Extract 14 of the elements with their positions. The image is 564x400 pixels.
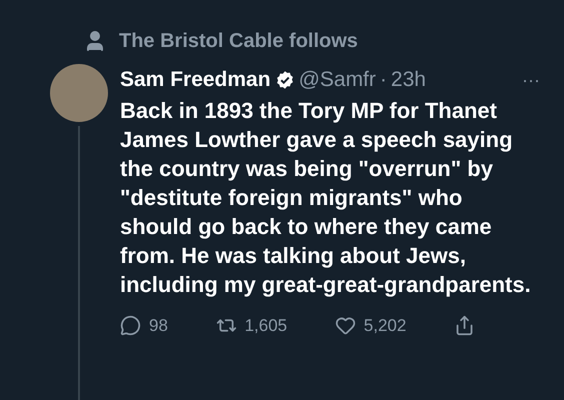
separator: ·: [380, 67, 387, 93]
tweet-text: Back in 1893 the Tory MP for Thanet James Lowther gave a speech saying the country was being "overrun" by "destitute foreign migrants" who should go back to where they came from. He was talking about Jews, including my great-great-grandparents.: [120, 97, 532, 299]
share-button[interactable]: [454, 315, 475, 336]
reply-icon: [120, 315, 141, 336]
reply-button[interactable]: 98: [120, 313, 168, 338]
display-name[interactable]: Sam Freedman: [120, 66, 271, 94]
like-button[interactable]: 5,202: [334, 313, 406, 338]
handle[interactable]: @Samfr: [298, 66, 376, 94]
share-icon: [454, 315, 475, 336]
more-button[interactable]: ···: [522, 66, 540, 94]
like-icon: [334, 315, 356, 336]
social-context: The Bristol Cable follows: [119, 29, 358, 54]
retweet-button[interactable]: 1,605: [216, 313, 288, 338]
timestamp[interactable]: 23h: [390, 66, 426, 94]
